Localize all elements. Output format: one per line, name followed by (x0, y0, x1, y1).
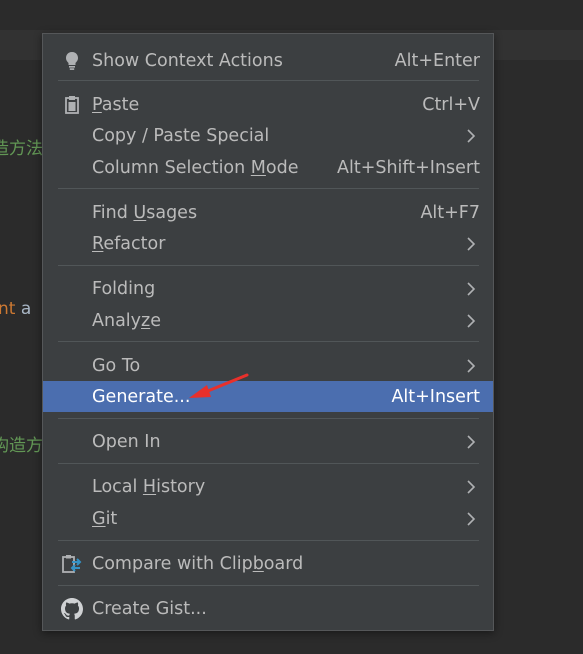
menu-item-column-selection-mode[interactable]: Column Selection Mode Alt+Shift+Insert (43, 152, 493, 183)
menu-item-paste[interactable]: Paste Ctrl+V (43, 89, 493, 120)
menu-item-open-in[interactable]: Open In (43, 426, 493, 457)
menu-item-label: Create Gist... (92, 598, 207, 619)
menu-separator (58, 540, 479, 541)
menu-item-shortcut: Alt+F7 (420, 202, 480, 223)
chevron-right-icon (467, 281, 476, 296)
menu-item-label: Open In (92, 431, 161, 452)
menu-item-copy-paste-special[interactable]: Copy / Paste Special (43, 120, 493, 151)
menu-item-label: Generate... (92, 386, 191, 407)
menu-item-label: Local History (92, 476, 206, 497)
menu-item-label: Analyze (92, 310, 161, 331)
menu-item-label: Paste (92, 94, 140, 115)
menu-separator (58, 188, 479, 189)
menu-item-go-to[interactable]: Go To (43, 350, 493, 381)
menu-item-show-context-actions[interactable]: Show Context Actions Alt+Enter (43, 45, 493, 76)
annotation-arrow-icon (189, 373, 249, 398)
menu-item-compare-with-clipboard[interactable]: Compare with Clipboard (43, 548, 493, 579)
menu-separator (58, 463, 479, 464)
menu-item-label: Column Selection Mode (92, 157, 299, 178)
menu-item-label: Refactor (92, 233, 166, 254)
menu-item-generate[interactable]: Generate... Alt+Insert (43, 381, 493, 412)
chevron-right-icon (467, 313, 476, 328)
menu-item-local-history[interactable]: Local History (43, 471, 493, 502)
editor-comment-fragment: 造方法 (0, 139, 42, 159)
menu-item-label: Show Context Actions (92, 50, 283, 71)
menu-item-folding[interactable]: Folding (43, 273, 493, 304)
menu-item-shortcut: Ctrl+V (422, 94, 480, 115)
editor-context-menu: Show Context Actions Alt+Enter Paste Ctr… (42, 33, 494, 631)
compare-clipboard-icon (61, 553, 83, 575)
menu-item-git[interactable]: Git (43, 503, 493, 534)
menu-item-label: Copy / Paste Special (92, 125, 270, 146)
menu-item-analyze[interactable]: Analyze (43, 305, 493, 336)
menu-item-refactor[interactable]: Refactor (43, 228, 493, 259)
menu-separator (58, 80, 479, 81)
editor-keyword: nt (0, 299, 16, 319)
menu-separator (58, 341, 479, 342)
menu-item-label: Folding (92, 278, 156, 299)
menu-separator (58, 585, 479, 586)
menu-item-label: Git (92, 508, 118, 529)
menu-separator (58, 418, 479, 419)
editor-identifier: a (15, 299, 32, 319)
chevron-right-icon (467, 236, 476, 251)
github-icon (61, 597, 83, 620)
menu-item-shortcut: Alt+Enter (394, 50, 480, 71)
chevron-right-icon (467, 434, 476, 449)
menu-item-shortcut: Alt+Shift+Insert (337, 157, 480, 178)
menu-item-find-usages[interactable]: Find Usages Alt+F7 (43, 197, 493, 228)
chevron-right-icon (467, 511, 476, 526)
menu-separator (58, 265, 479, 266)
menu-item-create-gist[interactable]: Create Gist... (43, 593, 493, 624)
editor-code-fragment: nt a (0, 299, 42, 319)
lightbulb-icon (61, 50, 83, 72)
chevron-right-icon (467, 479, 476, 494)
chevron-right-icon (467, 358, 476, 373)
clipboard-icon (61, 94, 83, 116)
chevron-right-icon (467, 128, 476, 143)
menu-item-label: Compare with Clipboard (92, 553, 304, 574)
editor-top-strip (0, 0, 583, 30)
menu-item-shortcut: Alt+Insert (391, 386, 480, 407)
menu-item-label: Go To (92, 355, 141, 376)
menu-item-label: Find Usages (92, 202, 198, 223)
editor-comment-fragment-2: 构造方 (0, 436, 42, 456)
